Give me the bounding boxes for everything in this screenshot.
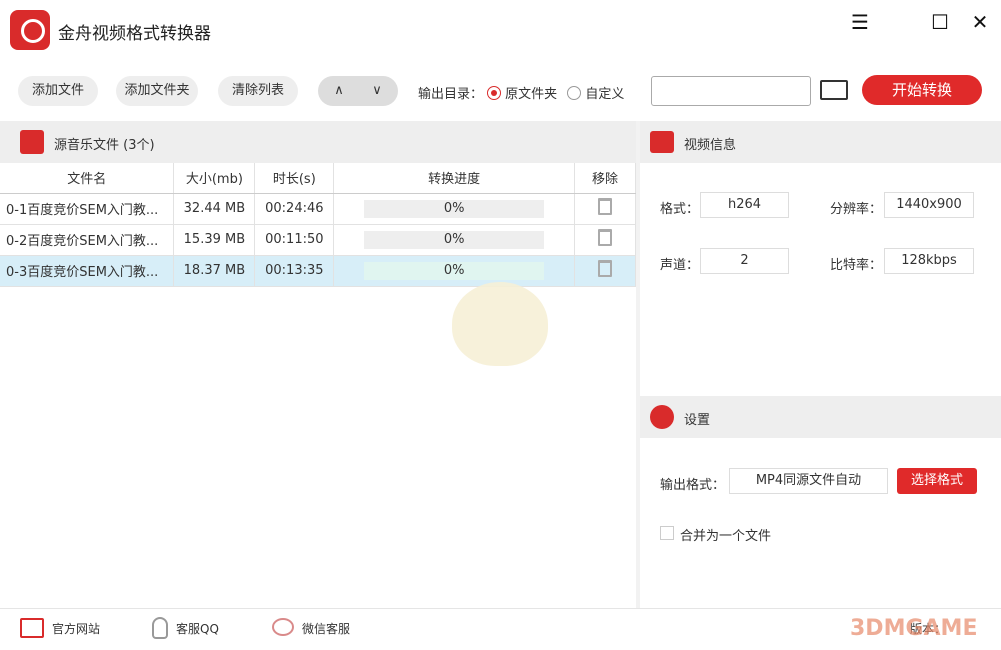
progress-bar: 0% [364, 262, 544, 280]
output-dir-label: 输出目录： [418, 87, 483, 102]
trash-icon[interactable] [598, 260, 612, 277]
resolution-label: 分辨率： [830, 198, 882, 217]
video-info-header: 视频信息 [640, 121, 1001, 163]
progress-bar: 0% [364, 231, 544, 249]
trash-icon[interactable] [598, 198, 612, 215]
col-size: 大小(mb) [174, 163, 255, 193]
trash-icon[interactable] [598, 229, 612, 246]
resolution-value: 1440x900 [884, 192, 974, 218]
output-format-value: MP4同源文件自动 [729, 468, 888, 494]
close-button[interactable]: ✕ [968, 10, 992, 34]
settings-header: 设置 [640, 396, 1001, 438]
clapperboard-icon [20, 130, 44, 154]
mascot-watermark [452, 282, 548, 366]
output-path-input[interactable] [651, 76, 811, 106]
radio-checked-icon [487, 86, 501, 100]
table-row[interactable]: 0-2百度竞价SEM入门教... 15.39 MB 00:11:50 0% [0, 224, 636, 255]
wechat-icon [272, 618, 294, 636]
radio-label: 自定义 [585, 87, 624, 102]
format-value: h264 [700, 192, 789, 218]
choose-format-button[interactable]: 选择格式 [897, 468, 977, 494]
file-duration: 00:24:46 [255, 193, 334, 224]
menu-icon[interactable]: ☰ [848, 10, 872, 34]
bitrate-value: 128kbps [884, 248, 974, 274]
merge-checkbox[interactable] [660, 526, 674, 540]
radio-source-folder[interactable]: 原文件夹 [487, 87, 557, 102]
progress-bar: 0% [364, 200, 544, 218]
file-name: 0-1百度竞价SEM入门教... [0, 193, 174, 224]
website-link[interactable]: 官方网站 [52, 620, 100, 637]
gear-icon [650, 405, 674, 429]
table-row[interactable]: 0-1百度竞价SEM入门教... 32.44 MB 00:24:46 0% [0, 193, 636, 224]
format-label: 格式： [660, 198, 699, 217]
file-size: 15.39 MB [174, 224, 255, 255]
channels-value: 2 [700, 248, 789, 274]
video-info-title: 视频信息 [684, 134, 736, 153]
wechat-link[interactable]: 微信客服 [302, 620, 350, 637]
file-size: 18.37 MB [174, 255, 255, 286]
start-convert-button[interactable]: 开始转换 [862, 75, 982, 105]
file-name: 0-3百度竞价SEM入门教... [0, 255, 174, 286]
radio-label: 原文件夹 [505, 87, 557, 102]
col-name: 文件名 [0, 163, 174, 193]
move-up-button[interactable]: ∧ [320, 76, 358, 106]
file-size: 32.44 MB [174, 193, 255, 224]
table-row[interactable]: 0-3百度竞价SEM入门教... 18.37 MB 00:13:35 0% [0, 255, 636, 286]
monitor-icon [20, 618, 44, 638]
output-dir: 输出目录： 原文件夹 自定义 [418, 83, 624, 102]
title-bar: 金舟视频格式转换器 ☰ ☐ ✕ [0, 0, 1001, 60]
settings-title: 设置 [684, 409, 710, 428]
col-duration: 时长(s) [255, 163, 334, 193]
file-name: 0-2百度竞价SEM入门教... [0, 224, 174, 255]
radio-custom[interactable]: 自定义 [567, 87, 624, 102]
channels-label: 声道： [660, 254, 699, 273]
panel-divider [636, 121, 640, 608]
col-progress: 转换进度 [334, 163, 575, 193]
play-icon [650, 131, 674, 153]
add-folder-button[interactable]: 添加文件夹 [116, 76, 198, 106]
watermark-logo: 3DMGAME [850, 616, 977, 641]
radio-unchecked-icon [567, 86, 581, 100]
reorder-group: ∧∨ [318, 76, 398, 106]
folder-open-icon[interactable] [820, 80, 848, 100]
clear-list-button[interactable]: 清除列表 [218, 76, 298, 106]
file-duration: 00:11:50 [255, 224, 334, 255]
file-table: 文件名 大小(mb) 时长(s) 转换进度 移除 0-1百度竞价SEM入门教..… [0, 163, 636, 287]
file-duration: 00:13:35 [255, 255, 334, 286]
qq-icon [152, 617, 168, 639]
files-header: 源音乐文件 (3个) [0, 121, 636, 163]
merge-label: 合并为一个文件 [680, 525, 771, 544]
app-logo-icon [10, 10, 50, 50]
col-remove: 移除 [575, 163, 636, 193]
app-title: 金舟视频格式转换器 [58, 19, 211, 44]
output-format-label: 输出格式： [660, 474, 725, 493]
files-title: 源音乐文件 (3个) [54, 134, 155, 153]
add-file-button[interactable]: 添加文件 [18, 76, 98, 106]
qq-link[interactable]: 客服QQ [176, 620, 219, 637]
maximize-button[interactable]: ☐ [928, 10, 952, 34]
move-down-button[interactable]: ∨ [358, 76, 396, 106]
bitrate-label: 比特率： [830, 254, 882, 273]
